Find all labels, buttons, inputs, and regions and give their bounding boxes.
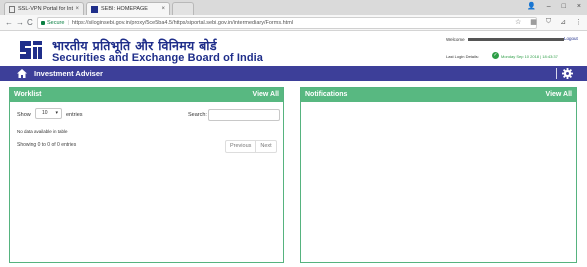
address-bar[interactable]: Secure | https://siloginsebi.gov.in/prox… [37,17,537,29]
browser-tab-strip: SSL-VPN Portal for Inter × SEBI: HOMEPAG… [0,0,587,15]
browser-tools: ☆ ▦ ⛉ ⊿ ⋮ [515,18,582,26]
main-navbar: Investment Adviser [0,66,587,81]
entries-label: entries [66,112,83,118]
home-icon[interactable] [17,69,27,78]
next-button[interactable]: Next [256,141,275,152]
maximize-icon[interactable]: □ [562,3,566,10]
worklist-panel: Worklist View All Show 10 ▾ entries Sear… [9,87,284,263]
empty-table-message: No data available in table [17,129,68,134]
forward-icon[interactable]: → [16,18,24,28]
bookmark-star-icon[interactable]: ☆ [515,18,521,26]
secure-label: Secure [47,20,65,26]
notifications-view-all-link[interactable]: View All [546,91,572,98]
show-label: Show [17,112,31,118]
worklist-view-all-link[interactable]: View All [253,91,279,98]
sebi-logo[interactable] [18,39,44,61]
lock-icon [41,21,45,25]
tab-label: SEBI: HOMEPAGE [101,6,148,12]
browser-toolbar: ← → C Secure | https://siloginsebi.gov.i… [0,15,587,31]
search-label: Search: [188,112,207,118]
extension-icon[interactable]: ⊿ [560,18,566,26]
table-info: Showing 0 to 0 of 0 entries [17,142,77,148]
shield-extension-icon[interactable]: ⛉ [546,18,551,26]
reload-icon[interactable]: C [27,18,33,28]
check-circle-icon: ✓ [492,52,499,59]
close-tab-icon[interactable]: × [75,6,79,12]
back-icon[interactable]: ← [5,18,13,28]
close-window-icon[interactable]: × [577,3,581,10]
minimize-icon[interactable]: – [547,3,551,10]
tab-sebi-homepage[interactable]: SEBI: HOMEPAGE × [86,2,170,15]
last-login-value: Monday Sep 10 2018 | 18:43:37 [501,54,558,59]
window-controls: 👤 – □ × [527,2,581,11]
menu-icon[interactable]: ⋮ [575,18,582,26]
sebi-favicon-icon [91,5,98,13]
new-tab-button[interactable] [172,2,194,15]
worklist-title: Worklist [14,91,42,98]
worklist-header: Worklist View All [10,88,283,102]
tab-label: SSL-VPN Portal for Inter [18,6,74,12]
notifications-panel: Notifications View All [300,87,577,263]
notifications-header: Notifications View All [301,88,576,102]
english-org-title: Securities and Exchange Board of India [52,52,264,64]
search-input[interactable] [208,109,280,121]
welcome-label: Welcome [446,37,465,42]
previous-button[interactable]: Previous [226,141,257,152]
gear-icon[interactable] [562,68,573,79]
pagination: Previous Next [225,140,277,153]
page-icon [9,5,15,13]
page-length-value: 10 [42,110,48,116]
chevron-down-icon: ▾ [55,110,58,116]
user-icon[interactable]: 👤 [527,2,536,10]
site-header: भारतीय प्रतिभूति और विनिमय बोर्ड Securit… [0,32,587,66]
notifications-title: Notifications [305,91,348,98]
page-root: SSL-VPN Portal for Inter × SEBI: HOMEPAG… [0,0,587,267]
module-title: Investment Adviser [34,69,103,78]
logout-link[interactable]: Logout [564,36,578,41]
close-tab-icon[interactable]: × [161,6,165,12]
navbar-divider [556,68,557,79]
redacted-username [468,38,564,41]
page-length-select[interactable]: 10 ▾ [35,108,62,119]
last-login-label: Last Login Details: [446,54,479,59]
tab-ssl-vpn[interactable]: SSL-VPN Portal for Inter × [4,2,84,15]
address-separator: | [67,20,69,26]
url-text[interactable]: https://siloginsebi.gov.in/proxy/5ce5ba4… [72,20,293,26]
extension-icon[interactable]: ▦ [530,18,537,26]
